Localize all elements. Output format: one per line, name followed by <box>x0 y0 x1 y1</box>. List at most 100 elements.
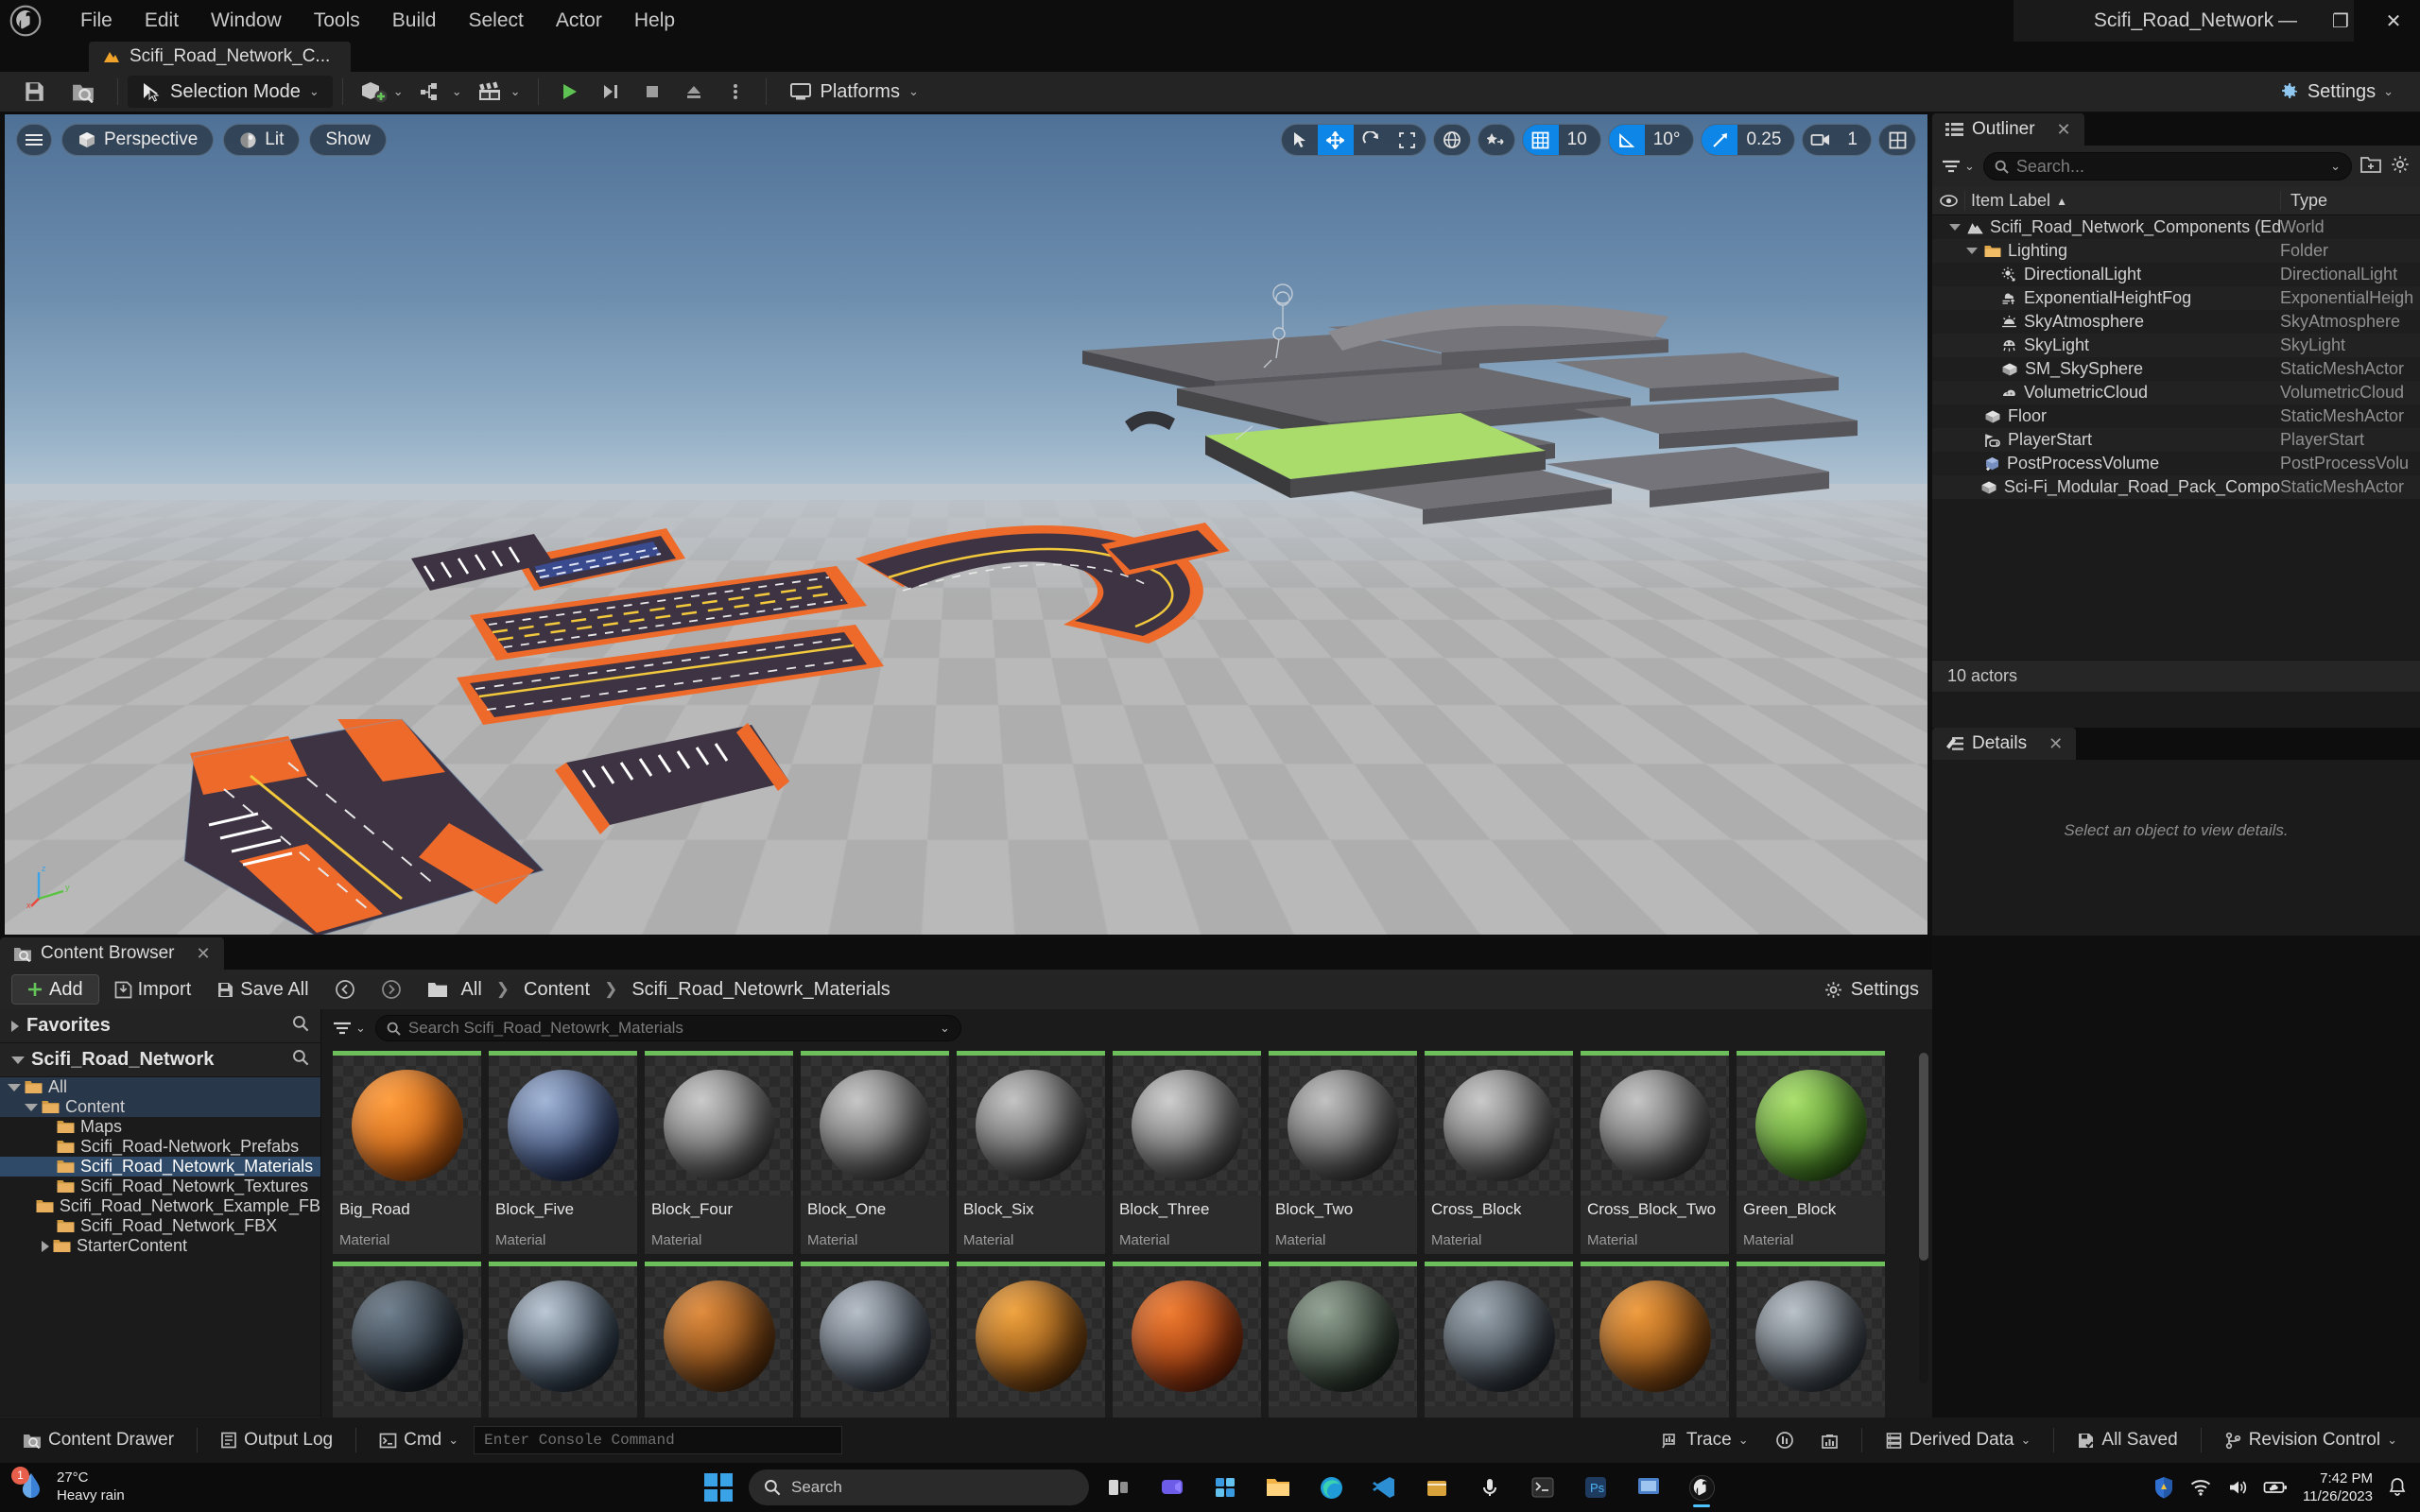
notification-bell-icon[interactable] <box>2388 1477 2407 1498</box>
stats-button[interactable] <box>1809 1424 1850 1456</box>
widgets-icon[interactable] <box>1202 1465 1248 1510</box>
chevron-down-icon[interactable]: ⌄ <box>940 1021 950 1036</box>
scale-snap-value[interactable]: 0.25 <box>1737 125 1794 155</box>
all-saved-button[interactable]: All Saved <box>2066 1424 2188 1456</box>
grid-snap-icon[interactable] <box>1522 125 1559 155</box>
menu-file[interactable]: File <box>64 7 129 35</box>
content-browser-tab[interactable]: Content Browser ✕ <box>0 937 224 970</box>
save-icon[interactable] <box>12 76 56 108</box>
mic-icon[interactable] <box>1467 1465 1512 1510</box>
asset-tile[interactable]: Block_Two Material <box>1269 1051 1417 1254</box>
visibility-column-icon[interactable] <box>1932 195 1964 207</box>
folder-tree-item[interactable]: Content <box>0 1097 320 1117</box>
viewport-menu-icon[interactable] <box>16 124 52 156</box>
output-log-button[interactable]: Output Log <box>209 1424 344 1456</box>
save-all-button[interactable]: Save All <box>206 974 319 1005</box>
asset-filter-button[interactable]: ⌄ <box>333 1021 366 1036</box>
skip-button[interactable] <box>590 76 631 108</box>
move-gizmo-icon[interactable] <box>1317 125 1354 155</box>
outliner-row[interactable]: Floor StaticMeshActor <box>1932 404 2420 428</box>
scrollbar-thumb[interactable] <box>1919 1053 1928 1261</box>
import-button[interactable]: Import <box>104 974 202 1005</box>
expander-expanded-icon[interactable] <box>1949 224 1961 231</box>
folder-tree-item[interactable]: StarterContent <box>0 1236 320 1256</box>
breadcrumb-content[interactable]: Content <box>517 979 596 1001</box>
outliner-row[interactable]: Sci-Fi_Modular_Road_Pack_Compo StaticMesh… <box>1932 475 2420 499</box>
content-browser-settings-button[interactable]: Settings <box>1824 979 1919 1001</box>
asset-tile[interactable]: Block_Four Material <box>645 1051 793 1254</box>
folder-tree-item[interactable]: All <box>0 1077 320 1097</box>
camera-speed-value[interactable]: 1 <box>1839 125 1871 155</box>
outliner-row[interactable]: VolumetricCloud VolumetricCloud <box>1932 381 2420 404</box>
breadcrumb-current-folder[interactable]: Scifi_Road_Netowrk_Materials <box>625 979 896 1001</box>
folder-tree-item[interactable]: Scifi_Road_Network_Example_FB <box>0 1196 320 1216</box>
asset-tile[interactable]: Green_Block Material <box>1737 1051 1885 1254</box>
outliner-row[interactable]: Lighting Folder <box>1932 239 2420 263</box>
search-icon[interactable] <box>292 1049 309 1072</box>
outliner-row[interactable]: PlayerStart PlayerStart <box>1932 428 2420 452</box>
blueprints-button[interactable]: ⌄ <box>411 76 470 108</box>
folder-tree-item[interactable]: Scifi_Road_Netowrk_Materials <box>0 1157 320 1177</box>
task-view-icon[interactable] <box>1097 1465 1142 1510</box>
menu-actor[interactable]: Actor <box>540 7 618 35</box>
menu-edit[interactable]: Edit <box>129 7 195 35</box>
project-section[interactable]: Scifi_Road_Network <box>0 1043 320 1077</box>
performance-button[interactable] <box>1764 1424 1806 1456</box>
platforms-button[interactable]: Platforms ⌄ <box>776 76 932 108</box>
asset-tile[interactable]: Block_Five Material <box>489 1051 637 1254</box>
asset-search-input[interactable]: Search Scifi_Road_Netowrk_Materials ⌄ <box>374 1015 961 1041</box>
outliner-row[interactable]: SkyAtmosphere SkyAtmosphere <box>1932 310 2420 334</box>
taskbar-clock[interactable]: 7:42 PM 11/26/2023 <box>2303 1469 2373 1506</box>
angle-snap-value[interactable]: 10° <box>1645 125 1694 155</box>
minimize-button[interactable]: — <box>2261 0 2314 42</box>
store-icon[interactable] <box>1414 1465 1460 1510</box>
weather-widget[interactable]: 1 27°C Heavy rain <box>11 1466 125 1506</box>
content-drawer-button[interactable]: Content Drawer <box>11 1424 185 1456</box>
stop-button[interactable] <box>631 76 673 108</box>
asset-grid-scrollbar[interactable] <box>1919 1053 1928 1383</box>
play-button[interactable] <box>548 76 590 108</box>
eject-button[interactable] <box>673 76 715 108</box>
outliner-tab[interactable]: Outliner ✕ <box>1932 113 2084 146</box>
outliner-settings-button[interactable] <box>2390 154 2411 180</box>
settings-icon[interactable] <box>1626 1465 1671 1510</box>
terminal-icon[interactable] <box>1520 1465 1565 1510</box>
file-explorer-icon[interactable] <box>1255 1465 1301 1510</box>
chevron-down-icon[interactable]: ⌄ <box>2330 159 2341 174</box>
wifi-icon[interactable] <box>2189 1479 2212 1496</box>
photoshop-icon[interactable]: Ps <box>1573 1465 1618 1510</box>
outliner-row[interactable]: Scifi_Road_Network_Components (Ed World <box>1932 215 2420 239</box>
scale-gizmo-icon[interactable] <box>1390 125 1426 155</box>
search-icon[interactable] <box>292 1015 309 1038</box>
derived-data-button[interactable]: Derived Data ⌄ <box>1874 1424 2043 1456</box>
column-item-label[interactable]: Item Label ▲ <box>1964 191 2280 211</box>
breadcrumb-all[interactable]: All <box>455 979 489 1001</box>
revision-control-button[interactable]: Revision Control ⌄ <box>2213 1424 2409 1456</box>
menu-tools[interactable]: Tools <box>298 7 376 35</box>
expander-collapsed-icon[interactable] <box>42 1240 49 1252</box>
filter-button[interactable]: ⌄ <box>1942 159 1975 174</box>
menu-help[interactable]: Help <box>618 7 691 35</box>
unreal-icon[interactable] <box>1679 1465 1724 1510</box>
trace-button[interactable]: Trace ⌄ <box>1651 1424 1760 1456</box>
asset-tile[interactable]: Cross_Block Material <box>1425 1051 1573 1254</box>
angle-snap-icon[interactable] <box>1608 125 1645 155</box>
show-button[interactable]: Show <box>309 124 387 156</box>
edge-icon[interactable] <box>1308 1465 1354 1510</box>
column-type[interactable]: Type <box>2280 191 2420 211</box>
asset-tile[interactable]: Block_One Material <box>801 1051 949 1254</box>
outliner-row[interactable]: ExponentialHeightFog ExponentialHeigh <box>1932 286 2420 310</box>
grid-snap-value[interactable]: 10 <box>1559 125 1600 155</box>
outliner-search-input[interactable]: Search... ⌄ <box>1982 152 2352 180</box>
more-options-button[interactable] <box>715 76 756 108</box>
defender-icon[interactable] <box>2153 1476 2174 1499</box>
folder-tree-item[interactable]: Scifi_Road-Network_Prefabs <box>0 1137 320 1157</box>
details-tab[interactable]: Details ✕ <box>1932 728 2077 760</box>
perspective-button[interactable]: Perspective <box>61 124 215 156</box>
level-tab[interactable]: Scifi_Road_Network_C... <box>89 42 352 72</box>
select-arrow-icon[interactable] <box>1282 125 1318 155</box>
menu-build[interactable]: Build <box>376 7 453 35</box>
cmd-button[interactable]: Cmd ⌄ <box>368 1424 470 1456</box>
cinematics-button[interactable]: ⌄ <box>470 76 528 108</box>
asset-tile[interactable]: Big_Road Material <box>333 1051 481 1254</box>
